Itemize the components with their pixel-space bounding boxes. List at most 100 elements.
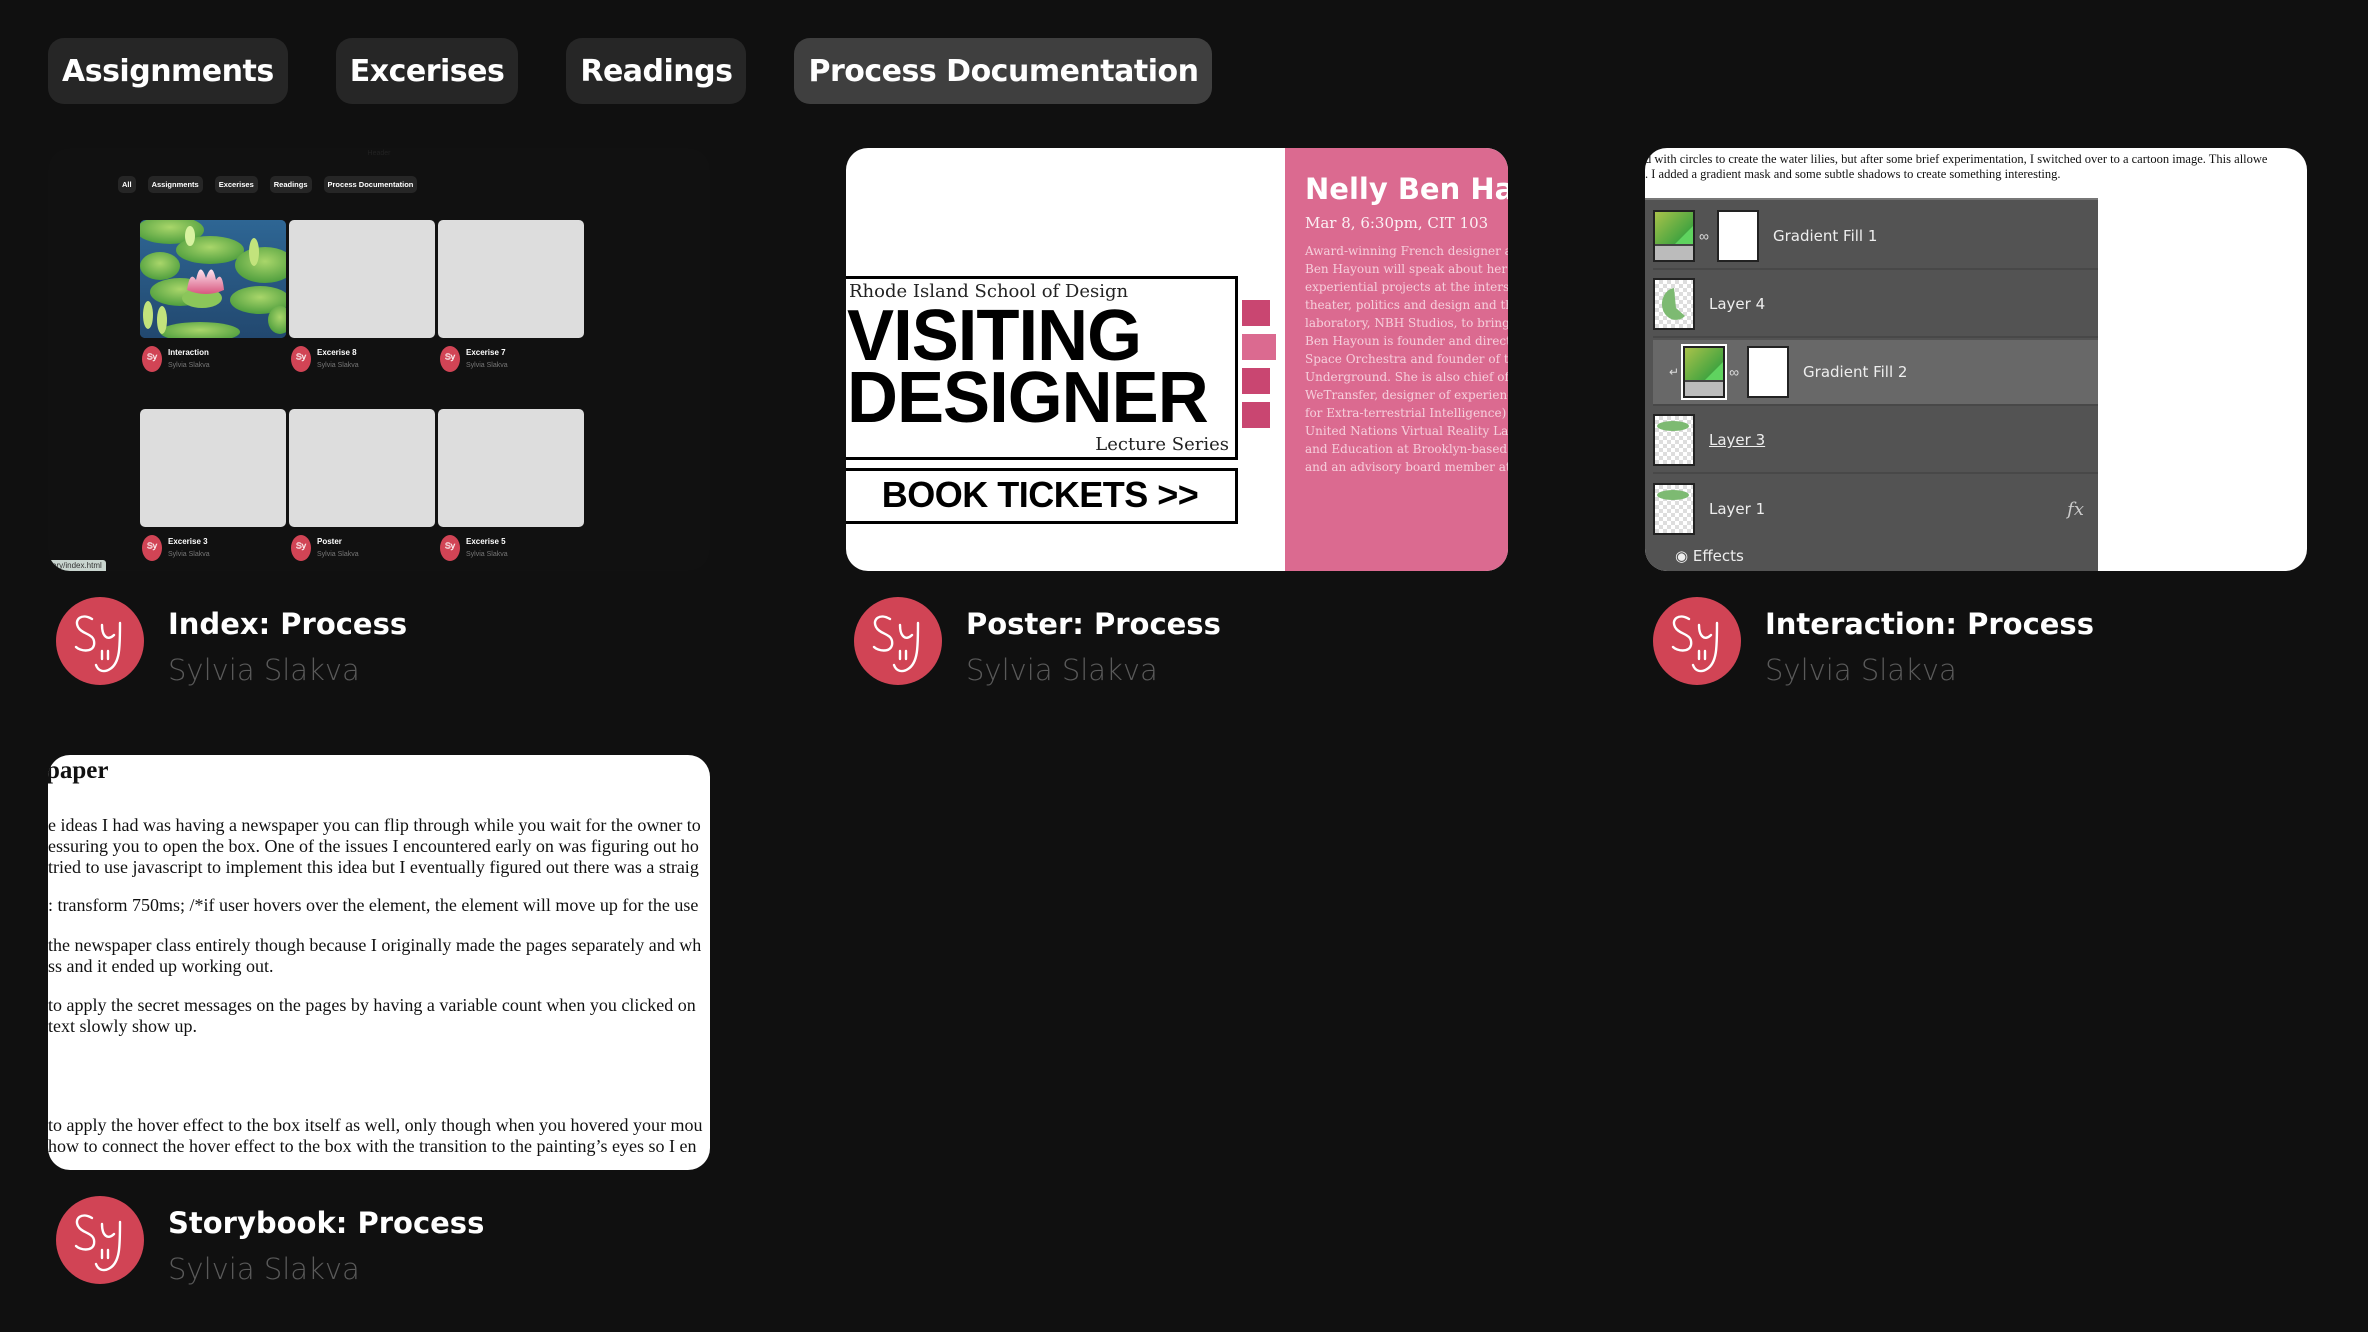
card-author[interactable]: Sylvia Slakva bbox=[966, 653, 1158, 687]
bio-line: Ben Hayoun is founder and directo bbox=[1305, 334, 1508, 348]
card-interaction-process[interactable]: d with circles to create the water lilie… bbox=[1645, 148, 2307, 695]
preview-item-title: Excerise 8 bbox=[317, 348, 357, 357]
card-thumbnail[interactable]: d with circles to create the water lilie… bbox=[1645, 148, 2307, 571]
lilypad-thumbnail bbox=[1653, 278, 1695, 330]
card-storybook-process[interactable]: paper e ideas I had was having a newspap… bbox=[48, 755, 710, 1294]
text-line: to apply the secret messages on the page… bbox=[48, 995, 696, 1015]
water-lily-illustration bbox=[140, 220, 286, 338]
layer-row: Layer 3 bbox=[1653, 408, 2098, 474]
svg-text:Sy: Sy bbox=[147, 352, 158, 362]
preview-item-meta: Sy Excerise 5 Sylvia Slakva bbox=[438, 535, 584, 565]
tab-readings[interactable]: Readings bbox=[566, 38, 747, 104]
card-meta: Index: Process Sylvia Slakva bbox=[48, 595, 710, 695]
placeholder-image bbox=[438, 409, 584, 527]
document-paragraph: : transform 750ms; /*if user hovers over… bbox=[48, 895, 698, 916]
fx-icon: fx bbox=[2067, 498, 2084, 520]
card-author[interactable]: Sylvia Slakva bbox=[168, 1252, 360, 1286]
preview-item-meta: Sy Excerise 3 Sylvia Slakva bbox=[140, 535, 286, 565]
mask-thumbnail bbox=[1716, 210, 1759, 262]
tab-assignments[interactable]: Assignments bbox=[48, 38, 288, 104]
effects-row: ◉ Effects bbox=[1675, 547, 1744, 565]
gradient-thumbnail bbox=[1681, 344, 1728, 400]
speaker-bio: Award-winning French designer ar Ben Hayo… bbox=[1305, 242, 1508, 476]
card-title[interactable]: Poster: Process bbox=[966, 607, 1221, 641]
layer-name: Gradient Fill 2 bbox=[1803, 363, 1908, 381]
tab-process-documentation[interactable]: Process Documentation bbox=[794, 38, 1213, 104]
tab-excerises[interactable]: Excerises bbox=[335, 38, 519, 104]
preview-item-meta: Sy Excerise 8 Sylvia Slakva bbox=[289, 346, 435, 376]
preview-item: Sy Excerise 3 Sylvia Slakva bbox=[140, 409, 286, 565]
card-author[interactable]: Sylvia Slakva bbox=[168, 653, 360, 687]
document-paragraph: the newspaper class entirely though beca… bbox=[48, 935, 701, 977]
preview-item-title: Interaction bbox=[168, 348, 209, 357]
preview-item-title: Poster bbox=[317, 537, 342, 546]
poster-series: Lecture Series bbox=[1095, 434, 1229, 455]
text-line: e ideas I had was having a newspaper you… bbox=[48, 815, 701, 835]
eye-icon: ◉ bbox=[1675, 547, 1689, 565]
sy-logo-icon bbox=[74, 1214, 122, 1272]
card-thumbnail[interactable]: Rhode Island School of Design VISITING D… bbox=[846, 148, 1508, 571]
effects-label: Effects bbox=[1692, 547, 1744, 565]
book-tickets-button: BOOK TICKETS >> bbox=[846, 468, 1238, 524]
bio-line: Underground. She is also chief of e bbox=[1305, 370, 1508, 384]
avatar[interactable] bbox=[56, 1196, 144, 1284]
preview-item-title: Excerise 7 bbox=[466, 348, 506, 357]
card-thumbnail[interactable]: paper e ideas I had was having a newspap… bbox=[48, 755, 710, 1170]
preview-item-title: Excerise 5 bbox=[466, 537, 506, 546]
sy-logo-icon bbox=[74, 615, 122, 673]
card-title[interactable]: Storybook: Process bbox=[168, 1206, 484, 1240]
document-heading: paper bbox=[48, 757, 109, 784]
poster-stripe bbox=[1242, 334, 1276, 360]
card-title[interactable]: Index: Process bbox=[168, 607, 407, 641]
preview-tab: Excerises bbox=[214, 176, 258, 193]
bio-line: Space Orchestra and founder of the bbox=[1305, 352, 1508, 366]
card-thumbnail[interactable]: Header All Assignments Excerises Reading… bbox=[48, 148, 710, 571]
placeholder-image bbox=[289, 409, 435, 527]
poster-info-panel: Nelly Ben Hay Mar 8, 6:30pm, CIT 103 Awa… bbox=[1285, 148, 1508, 571]
poster-headline-line: DESIGNER bbox=[847, 358, 1209, 438]
avatar: Sy bbox=[440, 535, 460, 561]
avatar: Sy bbox=[440, 346, 460, 372]
placeholder-image bbox=[140, 409, 286, 527]
preview-tab: All bbox=[118, 176, 136, 193]
card-meta: Poster: Process Sylvia Slakva bbox=[846, 595, 1508, 695]
avatar: Sy bbox=[291, 346, 311, 372]
bio-line: Ben Hayoun will speak about her m bbox=[1305, 262, 1508, 276]
preview-item: Sy Excerise 7 Sylvia Slakva bbox=[438, 220, 584, 376]
site-preview: Header All Assignments Excerises Reading… bbox=[48, 148, 710, 571]
bio-line: and an advisory board member at A bbox=[1305, 460, 1508, 474]
layer-name: Layer 3 bbox=[1709, 431, 1766, 449]
preview-item: Sy Interaction Sylvia Slakva bbox=[140, 220, 286, 376]
document-paragraph: to apply the hover effect to the box its… bbox=[48, 1115, 703, 1157]
avatar[interactable] bbox=[56, 597, 144, 685]
avatar[interactable] bbox=[1653, 597, 1741, 685]
bio-line: United Nations Virtual Reality Labs bbox=[1305, 424, 1508, 438]
lilypad-thumbnail bbox=[1653, 414, 1695, 466]
card-title[interactable]: Interaction: Process bbox=[1765, 607, 2094, 641]
layer-row: Layer 1 fx bbox=[1653, 476, 2098, 542]
card-meta: Interaction: Process Sylvia Slakva bbox=[1645, 595, 2307, 695]
gradient-thumbnail bbox=[1653, 210, 1695, 262]
card-index-process[interactable]: Header All Assignments Excerises Reading… bbox=[48, 148, 710, 695]
preview-item-author: Sylvia Slakva bbox=[317, 362, 359, 369]
preview-item-meta: Sy Excerise 7 Sylvia Slakva bbox=[438, 346, 584, 376]
card-meta: Storybook: Process Sylvia Slakva bbox=[48, 1194, 710, 1294]
card-author[interactable]: Sylvia Slakva bbox=[1765, 653, 1957, 687]
preview-header: Header bbox=[367, 150, 391, 157]
avatar[interactable] bbox=[854, 597, 942, 685]
text-line: to apply the hover effect to the box its… bbox=[48, 1115, 703, 1135]
poster-stripe bbox=[1242, 368, 1270, 394]
text-line: tried to use javascript to implement thi… bbox=[48, 857, 699, 877]
card-poster-process[interactable]: Rhode Island School of Design VISITING D… bbox=[846, 148, 1508, 695]
process-text: d with circles to create the water lilie… bbox=[1645, 152, 2267, 182]
svg-text:Sy: Sy bbox=[445, 541, 456, 551]
bio-line: for Extra-terrestrial Intelligence) In bbox=[1305, 406, 1508, 420]
bio-line: experiential projects at the intersec bbox=[1305, 280, 1508, 294]
layer-name: Layer 4 bbox=[1709, 295, 1766, 313]
text-line: essuring you to open the box. One of the… bbox=[48, 836, 699, 856]
category-tabs: Assignments Excerises Readings Process D… bbox=[48, 38, 1213, 104]
text-line: text slowly show up. bbox=[48, 1016, 198, 1036]
preview-item: Sy Poster Sylvia Slakva bbox=[289, 409, 435, 565]
text-line: : transform 750ms; /*if user hovers over… bbox=[48, 895, 699, 915]
preview-item-title: Excerise 3 bbox=[168, 537, 208, 546]
